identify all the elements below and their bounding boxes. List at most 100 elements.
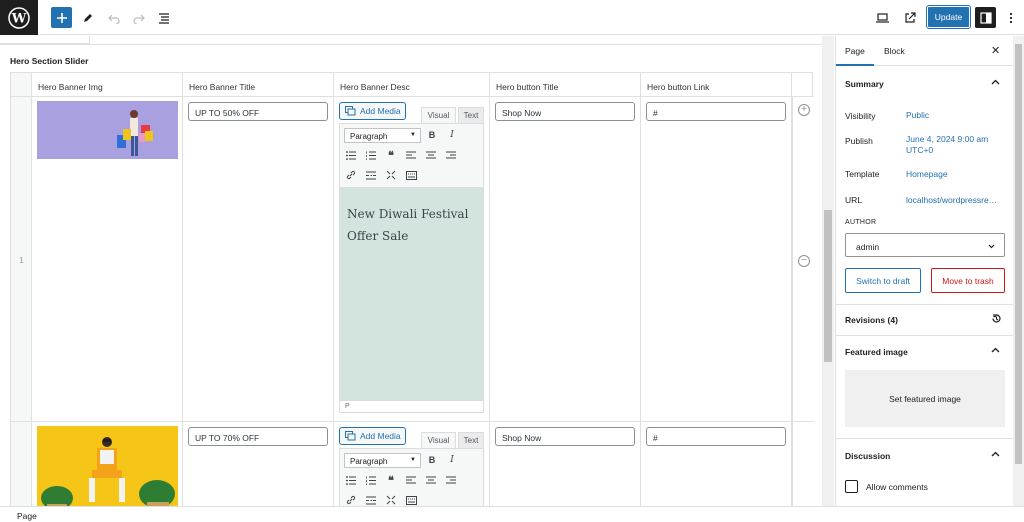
- history-icon[interactable]: [991, 313, 1002, 326]
- add-row-icon[interactable]: +: [798, 104, 810, 116]
- featured-image-panel-title[interactable]: Featured image: [845, 347, 908, 357]
- url-value[interactable]: localhost/wordpressre…: [906, 195, 997, 206]
- row-handle[interactable]: 1: [11, 97, 32, 422]
- update-button[interactable]: Update: [926, 5, 971, 29]
- tools-pencil-icon[interactable]: [77, 7, 98, 28]
- banner-title-input[interactable]: UP TO 70% OFF: [188, 427, 328, 446]
- summary-panel-title[interactable]: Summary: [845, 79, 884, 89]
- editor-top-bar: W Update: [0, 0, 1024, 35]
- visibility-label: Visibility: [845, 111, 876, 121]
- bullet-list-icon[interactable]: [343, 473, 359, 487]
- align-center-icon[interactable]: [423, 148, 439, 162]
- device-preview-icon[interactable]: [872, 7, 893, 28]
- fullscreen-icon[interactable]: [383, 168, 399, 182]
- tab-visual[interactable]: Visual: [421, 432, 456, 448]
- button-link-cell: #: [641, 422, 792, 506]
- column-header-banner-title: Hero Banner Title: [183, 73, 334, 97]
- align-left-icon[interactable]: [403, 148, 419, 162]
- chevron-up-icon[interactable]: [991, 449, 1000, 459]
- numbered-list-icon[interactable]: [363, 473, 379, 487]
- tab-page[interactable]: Page: [836, 46, 874, 66]
- redo-icon[interactable]: [128, 7, 149, 28]
- button-link-input[interactable]: #: [646, 102, 786, 121]
- author-select[interactable]: admin: [845, 233, 1005, 257]
- button-link-input[interactable]: #: [646, 427, 786, 446]
- editor-status-path: P: [339, 401, 484, 413]
- chevron-up-icon[interactable]: [991, 77, 1000, 87]
- chevron-up-icon[interactable]: [991, 345, 1000, 355]
- row-actions-cell: [792, 422, 814, 506]
- link-icon[interactable]: [343, 493, 359, 506]
- sidebar-tabs: Page Block ✕: [836, 36, 1013, 66]
- view-page-external-icon[interactable]: [899, 7, 920, 28]
- keyboard-toolbar-toggle-icon[interactable]: [403, 493, 419, 506]
- editor-scrollbar[interactable]: [822, 36, 834, 506]
- fullscreen-icon[interactable]: [383, 493, 399, 506]
- add-block-button[interactable]: [51, 7, 72, 28]
- tab-visual[interactable]: Visual: [421, 107, 456, 123]
- move-to-trash-button[interactable]: Move to trash: [931, 268, 1005, 293]
- read-more-icon[interactable]: [363, 168, 379, 182]
- undo-icon[interactable]: [103, 7, 124, 28]
- bullet-list-icon[interactable]: [343, 148, 359, 162]
- italic-icon[interactable]: I: [444, 453, 460, 467]
- column-header-banner-desc: Hero Banner Desc: [334, 73, 490, 97]
- bold-icon[interactable]: B: [424, 128, 440, 142]
- publish-label: Publish: [845, 136, 873, 146]
- document-overview-icon[interactable]: [153, 7, 174, 28]
- divider: [836, 304, 1013, 305]
- editor-toolbar: Paragraph ▼ B I ❝: [339, 448, 484, 506]
- banner-img-cell: [32, 97, 183, 422]
- button-title-input[interactable]: Shop Now: [495, 427, 635, 446]
- banner-image-shopping[interactable]: [37, 101, 178, 159]
- row-handle[interactable]: [11, 422, 32, 506]
- align-right-icon[interactable]: [443, 473, 459, 487]
- divider: [0, 44, 822, 45]
- italic-icon[interactable]: I: [444, 128, 460, 142]
- tab-text[interactable]: Text: [458, 107, 484, 123]
- numbered-list-icon[interactable]: [363, 148, 379, 162]
- add-media-button[interactable]: Add Media: [339, 427, 406, 445]
- remove-row-icon[interactable]: −: [798, 255, 810, 267]
- publish-date[interactable]: June 4, 2024 9:00 am UTC+0: [906, 134, 988, 156]
- visibility-value[interactable]: Public: [906, 110, 929, 121]
- bold-icon[interactable]: B: [424, 453, 440, 467]
- keyboard-toolbar-toggle-icon[interactable]: [403, 168, 419, 182]
- allow-comments-checkbox[interactable]: [845, 480, 858, 493]
- link-icon[interactable]: [343, 168, 359, 182]
- repeater-table: Hero Banner Img Hero Banner Title Hero B…: [10, 72, 814, 506]
- set-featured-image-button[interactable]: Set featured image: [845, 370, 1005, 427]
- sidebar-scrollbar[interactable]: [1013, 36, 1024, 506]
- button-title-input[interactable]: Shop Now: [495, 102, 635, 121]
- tab-block[interactable]: Block: [884, 46, 905, 56]
- format-select[interactable]: Paragraph ▼: [344, 453, 421, 468]
- tab-text[interactable]: Text: [458, 432, 484, 448]
- section-title: Hero Section Slider: [10, 56, 89, 66]
- align-center-icon[interactable]: [423, 473, 439, 487]
- add-media-button[interactable]: Add Media: [339, 102, 406, 120]
- align-left-icon[interactable]: [403, 473, 419, 487]
- blockquote-icon[interactable]: ❝: [383, 148, 399, 162]
- settings-panel-toggle-icon[interactable]: [975, 7, 996, 28]
- read-more-icon[interactable]: [363, 493, 379, 506]
- settings-sidebar: Page Block ✕ Summary Visibility Public P…: [835, 36, 1013, 506]
- close-icon[interactable]: ✕: [991, 44, 1000, 57]
- chevron-down-icon: ▼: [410, 132, 416, 138]
- banner-image-fashion[interactable]: [37, 426, 178, 506]
- switch-to-draft-button[interactable]: Switch to draft: [845, 268, 921, 293]
- more-options-icon[interactable]: [1000, 7, 1021, 28]
- discussion-panel-title[interactable]: Discussion: [845, 451, 890, 461]
- blockquote-icon[interactable]: ❝: [383, 473, 399, 487]
- banner-desc-editor[interactable]: New Diwali Festival Offer Sale: [339, 188, 484, 401]
- revisions-link[interactable]: Revisions (4): [845, 315, 898, 325]
- banner-title-input[interactable]: UP TO 50% OFF: [188, 102, 328, 121]
- editor-scrollbar-thumb[interactable]: [824, 210, 832, 362]
- sidebar-scrollbar-thumb[interactable]: [1015, 44, 1022, 464]
- button-title-cell: Shop Now: [490, 97, 641, 422]
- template-value[interactable]: Homepage: [906, 169, 948, 180]
- format-select[interactable]: Paragraph ▼: [344, 128, 421, 143]
- breadcrumb-item-page[interactable]: Page: [17, 511, 37, 521]
- wordpress-logo-icon[interactable]: W: [0, 0, 38, 35]
- column-header-banner-img: Hero Banner Img: [32, 73, 183, 97]
- align-right-icon[interactable]: [443, 148, 459, 162]
